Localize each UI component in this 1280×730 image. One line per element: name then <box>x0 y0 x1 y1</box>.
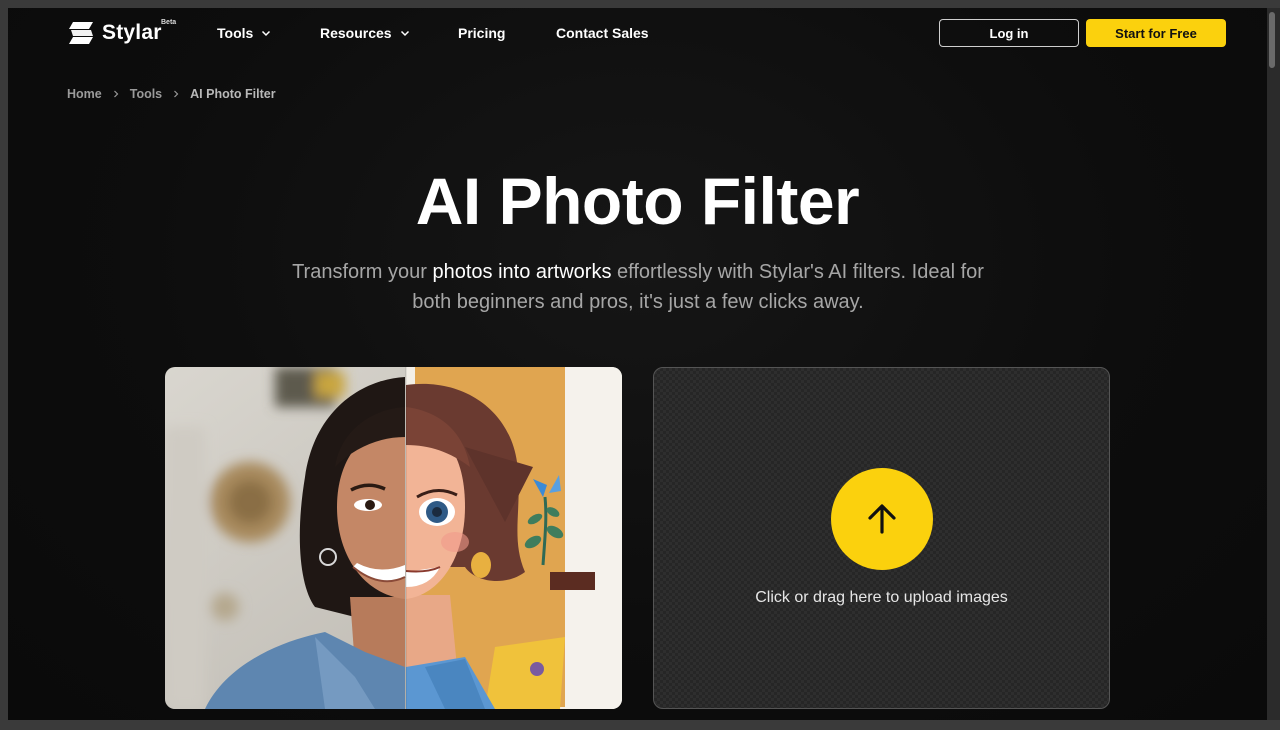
upload-dropzone[interactable]: Click or drag here to upload images <box>653 367 1110 709</box>
beta-badge: Beta <box>161 19 177 26</box>
nav-contact-sales-label: Contact Sales <box>556 25 649 41</box>
portrait-illustration <box>165 367 622 709</box>
breadcrumb-tools[interactable]: Tools <box>130 87 162 101</box>
breadcrumb-home[interactable]: Home <box>67 87 102 101</box>
nav-contact-sales[interactable]: Contact Sales <box>556 25 649 41</box>
breadcrumb-current: AI Photo Filter <box>190 87 276 101</box>
chevron-down-icon <box>262 30 271 37</box>
brand-name: Stylar <box>102 21 162 44</box>
nav-resources[interactable]: Resources <box>320 25 410 41</box>
chevron-right-icon <box>113 90 119 98</box>
upload-button[interactable] <box>831 468 933 570</box>
upload-instructions: Click or drag here to upload images <box>755 589 1008 606</box>
chevron-down-icon <box>400 30 409 37</box>
stylar-logo[interactable]: Stylar Beta <box>67 19 176 47</box>
breadcrumb: Home Tools AI Photo Filter <box>67 87 276 101</box>
nav-resources-label: Resources <box>320 25 392 41</box>
chevron-right-icon <box>174 90 179 98</box>
browser-viewport: Stylar Beta Tools Resources Pricing Cont… <box>8 8 1267 720</box>
start-for-free-button[interactable]: Start for Free <box>1086 19 1226 47</box>
nav-pricing[interactable]: Pricing <box>458 25 505 41</box>
subtitle-highlight: photos into artworks <box>432 261 612 283</box>
scrollbar-thumb[interactable] <box>1269 12 1275 68</box>
nav-tools-label: Tools <box>217 25 254 41</box>
nav-tools[interactable]: Tools <box>217 25 271 41</box>
page-subtitle: Transform your photos into artworks effo… <box>288 257 988 317</box>
scrollbar-track[interactable] <box>1267 8 1280 720</box>
stylar-logo-icon <box>69 22 93 44</box>
arrow-up-icon <box>868 504 896 534</box>
nav-pricing-label: Pricing <box>458 25 506 41</box>
subtitle-text-1: Transform your <box>292 261 433 283</box>
page-title: AI Photo Filter <box>415 164 860 238</box>
before-after-image <box>165 367 622 709</box>
login-button[interactable]: Log in <box>939 19 1079 47</box>
